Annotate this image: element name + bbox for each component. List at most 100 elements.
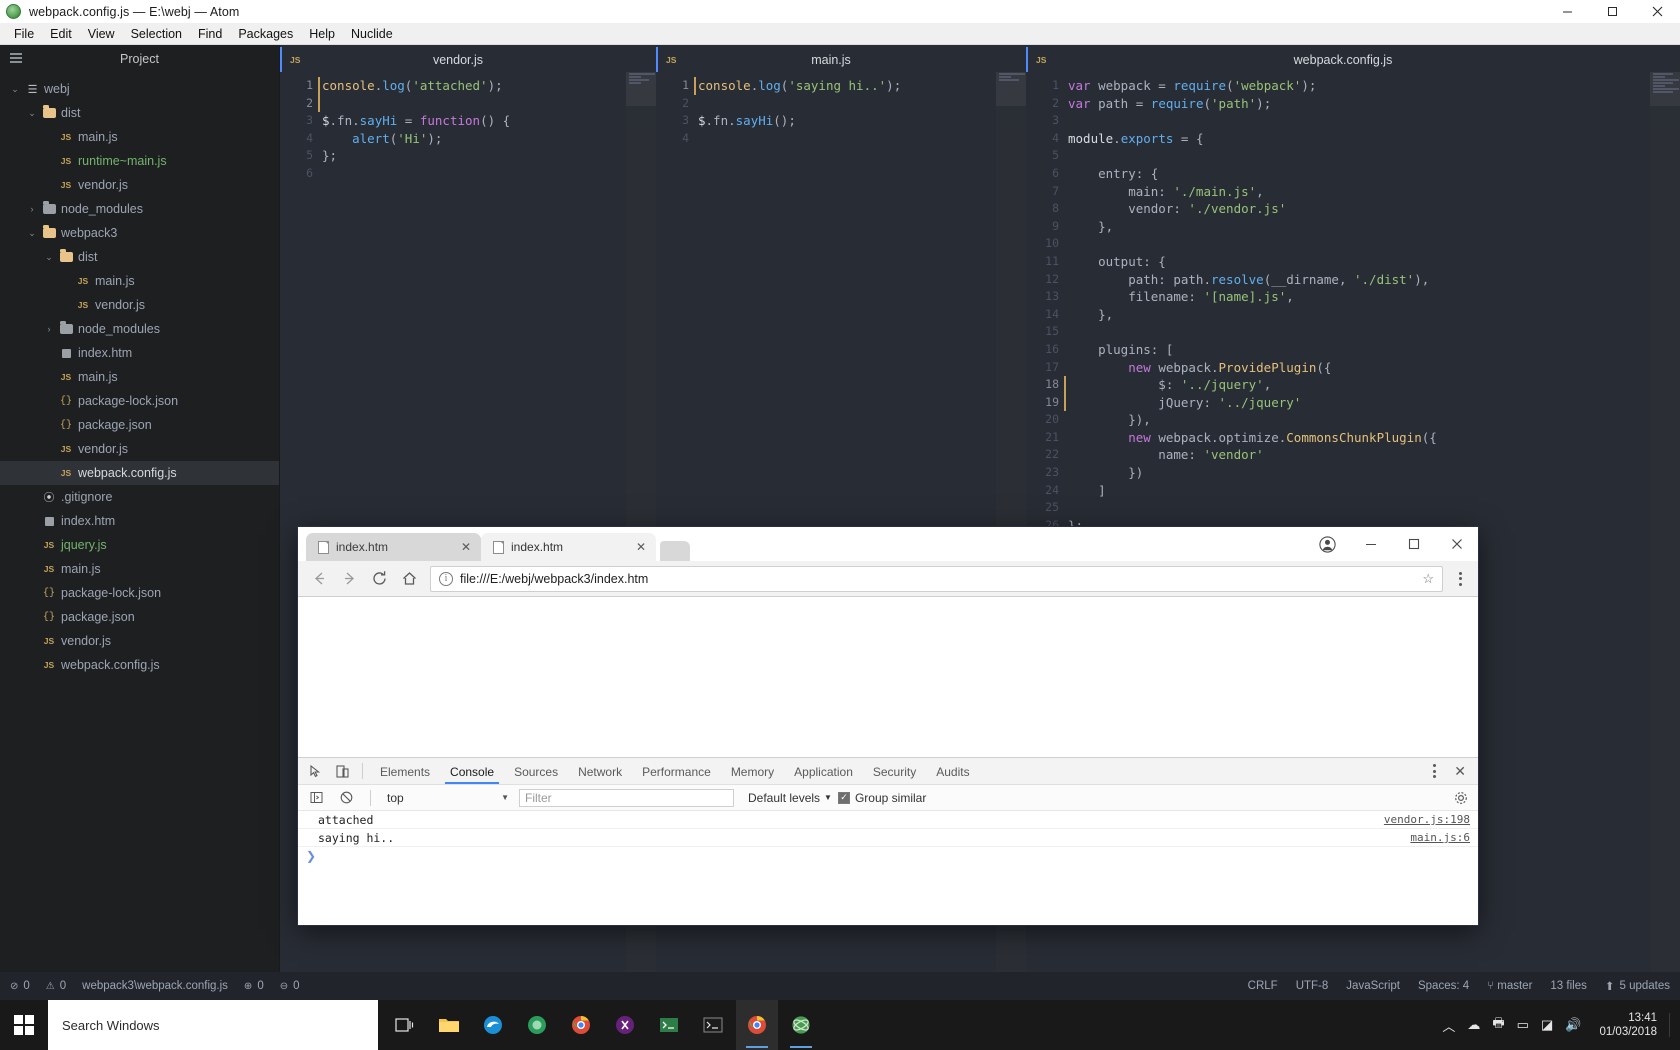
- tree-item-jquery-js[interactable]: JS jquery.js: [0, 533, 279, 557]
- diagnostics-warnings[interactable]: ⚠ 0: [46, 980, 66, 992]
- show-desktop-button[interactable]: [1669, 1013, 1670, 1037]
- onedrive-icon[interactable]: ☁: [1467, 1017, 1480, 1033]
- tree-item-webpack-config-js[interactable]: JS webpack.config.js: [0, 461, 279, 485]
- chevron-down-icon[interactable]: ⌄: [25, 228, 39, 239]
- minimize-icon[interactable]: [1545, 0, 1590, 23]
- tree-item-main-js[interactable]: JS main.js: [0, 269, 279, 293]
- devtools-tab-elements[interactable]: Elements: [371, 760, 439, 783]
- tree-item-package-lock-json[interactable]: {} package-lock.json: [0, 389, 279, 413]
- console-message[interactable]: attached vendor.js:198: [298, 811, 1478, 829]
- console-message-list[interactable]: attached vendor.js:198 saying hi.. main.…: [298, 811, 1478, 925]
- devtools-tab-security[interactable]: Security: [864, 760, 925, 783]
- chrome-icon[interactable]: [560, 1000, 602, 1050]
- search-input[interactable]: Search Windows: [48, 1000, 378, 1050]
- inspect-element-icon[interactable]: [304, 761, 328, 782]
- forward-arrow-icon[interactable]: [336, 566, 362, 592]
- menu-edit[interactable]: Edit: [42, 25, 80, 43]
- page-info-icon[interactable]: i: [439, 571, 453, 586]
- tree-item-main-js[interactable]: JS main.js: [0, 557, 279, 581]
- menu-packages[interactable]: Packages: [230, 25, 301, 43]
- tree-item-webj[interactable]: ⌄ ☰ webj: [0, 77, 279, 101]
- updates-badge[interactable]: ⬆ 5 updates: [1605, 979, 1670, 993]
- chevron-right-icon[interactable]: ›: [42, 324, 56, 334]
- tree-item-runtime-main-js[interactable]: JS runtime~main.js: [0, 149, 279, 173]
- more-options-icon[interactable]: [1425, 764, 1444, 778]
- clock[interactable]: 13:41 01/03/2018: [1593, 1011, 1657, 1039]
- execution-context-selector[interactable]: top ▼: [383, 791, 513, 805]
- tab-webpack-config-js[interactable]: JS webpack.config.js: [1026, 45, 1680, 72]
- browser-tab-1[interactable]: index.htm ✕: [306, 533, 481, 561]
- chevron-down-icon[interactable]: ⌄: [42, 252, 56, 263]
- chevron-down-icon[interactable]: ⌄: [8, 84, 22, 95]
- file-explorer-icon[interactable]: [428, 1000, 470, 1050]
- atom-icon[interactable]: [780, 1000, 822, 1050]
- menu-view[interactable]: View: [80, 25, 123, 43]
- reload-icon[interactable]: [366, 566, 392, 592]
- console-message-source[interactable]: main.js:6: [1410, 831, 1470, 844]
- devtools-tab-audits[interactable]: Audits: [927, 760, 978, 783]
- tray-chevron-up-icon[interactable]: ︿: [1442, 1016, 1455, 1035]
- network-icon[interactable]: ◪: [1541, 1017, 1553, 1033]
- menu-file[interactable]: File: [6, 25, 42, 43]
- git-branch[interactable]: ⑂ master: [1487, 980, 1532, 992]
- back-arrow-icon[interactable]: [306, 566, 332, 592]
- chevron-right-icon[interactable]: ›: [25, 204, 39, 214]
- tree-item-node-modules[interactable]: › node_modules: [0, 197, 279, 221]
- device-toolbar-icon[interactable]: [330, 761, 354, 782]
- devtools-tab-sources[interactable]: Sources: [505, 760, 567, 783]
- browser-tab-2[interactable]: index.htm ✕: [481, 533, 656, 561]
- new-tab-icon[interactable]: [660, 541, 690, 561]
- tree-item-dist[interactable]: ⌄ dist: [0, 101, 279, 125]
- devtools-tab-memory[interactable]: Memory: [722, 760, 783, 783]
- encoding-selector[interactable]: UTF-8: [1296, 980, 1329, 992]
- devtools-tab-console[interactable]: Console: [441, 760, 503, 784]
- console-message-source[interactable]: vendor.js:198: [1384, 813, 1470, 826]
- devtools-tab-performance[interactable]: Performance: [633, 760, 720, 783]
- close-icon[interactable]: [1435, 527, 1478, 561]
- maximize-icon[interactable]: [1392, 527, 1435, 561]
- tree-item-index-htm[interactable]: index.htm: [0, 509, 279, 533]
- gear-icon[interactable]: [1454, 791, 1472, 805]
- terminal-icon[interactable]: [648, 1000, 690, 1050]
- minimap-viewport[interactable]: [626, 72, 656, 106]
- tree-item-package-json[interactable]: {} package.json: [0, 605, 279, 629]
- bookmark-star-icon[interactable]: ☆: [1422, 571, 1434, 587]
- tree-item-package-lock-json[interactable]: {} package-lock.json: [0, 581, 279, 605]
- grammar-selector[interactable]: JavaScript: [1346, 980, 1400, 992]
- tab-main-js[interactable]: JS main.js: [656, 45, 1026, 72]
- tree-item--gitignore[interactable]: ⦿ .gitignore: [0, 485, 279, 509]
- close-icon[interactable]: ✕: [453, 540, 471, 554]
- console-sidebar-icon[interactable]: [304, 787, 328, 808]
- tree-item-index-htm[interactable]: index.htm: [0, 341, 279, 365]
- hamburger-icon[interactable]: [10, 53, 22, 65]
- tree-item-vendor-js[interactable]: JS vendor.js: [0, 437, 279, 461]
- menu-help[interactable]: Help: [301, 25, 343, 43]
- git-diff-removed[interactable]: ⊖ 0: [280, 980, 300, 992]
- console-filter-input[interactable]: Filter: [519, 788, 734, 807]
- maximize-icon[interactable]: [1590, 0, 1635, 23]
- devtools-tab-network[interactable]: Network: [569, 760, 631, 783]
- close-devtools-icon[interactable]: ✕: [1448, 763, 1472, 780]
- firefox-icon[interactable]: [516, 1000, 558, 1050]
- devtools-tab-application[interactable]: Application: [785, 760, 862, 783]
- menu-selection[interactable]: Selection: [123, 25, 190, 43]
- tree-item-webpack3[interactable]: ⌄ webpack3: [0, 221, 279, 245]
- indent-selector[interactable]: Spaces: 4: [1418, 980, 1469, 992]
- chrome-window-icon[interactable]: [736, 1000, 778, 1050]
- menu-nuclide[interactable]: Nuclide: [343, 25, 401, 43]
- chrome-menu-icon[interactable]: [1451, 571, 1470, 586]
- line-ending-selector[interactable]: CRLF: [1248, 980, 1278, 992]
- volume-icon[interactable]: 🔊: [1565, 1017, 1581, 1033]
- vs-icon[interactable]: [604, 1000, 646, 1050]
- console-prompt[interactable]: ❯: [298, 847, 1478, 865]
- cmd-icon[interactable]: [692, 1000, 734, 1050]
- tree-item-main-js[interactable]: JS main.js: [0, 125, 279, 149]
- changed-files-count[interactable]: 13 files: [1550, 980, 1586, 992]
- status-file-path[interactable]: webpack3\webpack.config.js: [82, 980, 228, 992]
- log-levels-selector[interactable]: Default levels ▼: [748, 791, 832, 805]
- edge-icon[interactable]: [472, 1000, 514, 1050]
- tree-item-main-js[interactable]: JS main.js: [0, 365, 279, 389]
- page-viewport[interactable]: [298, 597, 1478, 757]
- tree-item-vendor-js[interactable]: JS vendor.js: [0, 629, 279, 653]
- tab-vendor-js[interactable]: JS vendor.js: [280, 45, 656, 72]
